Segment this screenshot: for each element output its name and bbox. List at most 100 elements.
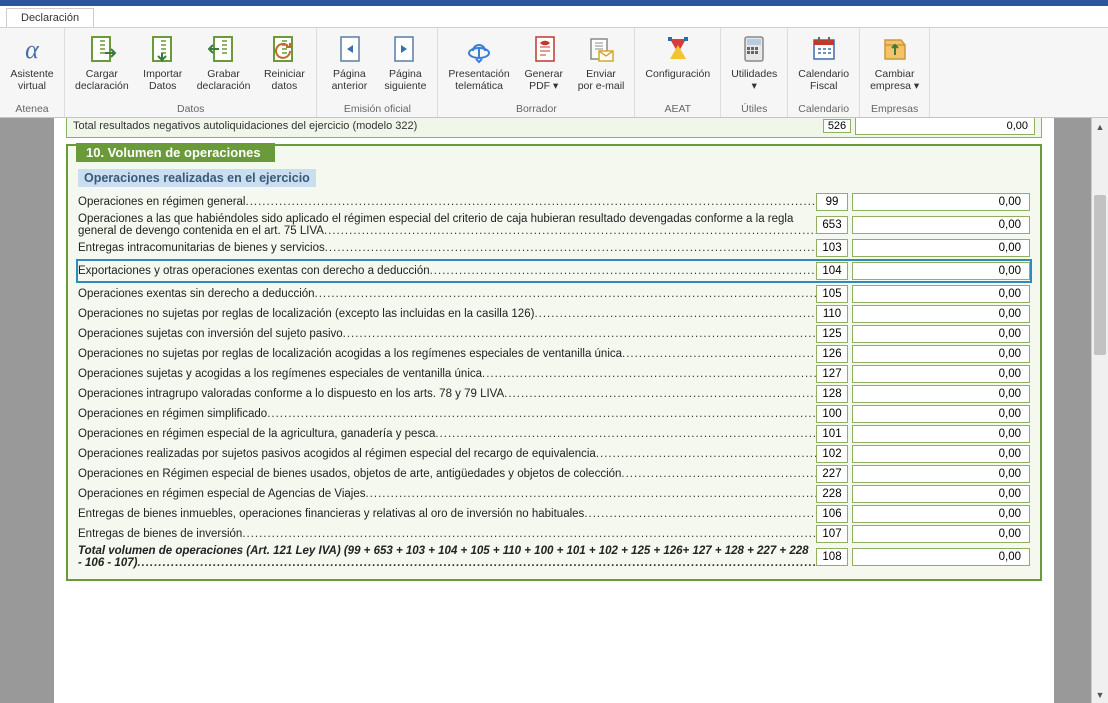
row-cell: 107 [816, 525, 848, 543]
row-cell: 104 [816, 262, 848, 280]
row-value-input[interactable]: 0,00 [852, 485, 1030, 503]
group-label: AEAT [639, 102, 716, 117]
row-value-input[interactable]: 0,00 [852, 505, 1030, 523]
section-subhead: Operaciones realizadas en el ejercicio [78, 169, 316, 187]
row-cell: 127 [816, 365, 848, 383]
config-icon [661, 32, 695, 66]
group-label: Datos [69, 102, 312, 117]
cargar-button[interactable]: Cargar declaración [69, 30, 135, 102]
reiniciar-label: Reiniciar datos [264, 68, 305, 92]
row-value-input[interactable]: 0,00 [852, 262, 1030, 280]
row-value-input[interactable]: 0,00 [852, 445, 1030, 463]
scroll-down-arrow[interactable]: ▼ [1092, 686, 1108, 703]
row-cell: 108 [816, 548, 848, 566]
row-desc: Operaciones en Régimen especial de biene… [78, 468, 816, 480]
cambiar-label: Cambiar empresa ▾ [870, 68, 919, 92]
email-button[interactable]: Enviar por e-mail [572, 30, 631, 102]
row-desc: Entregas de bienes de inversión [78, 528, 816, 540]
row-cell: 105 [816, 285, 848, 303]
cargar-label: Cargar declaración [75, 68, 129, 92]
row-desc: Operaciones en régimen especial de la ag… [78, 428, 816, 440]
importar-icon [146, 32, 180, 66]
tab-strip: Declaración [0, 6, 1108, 28]
form-row-125: Operaciones sujetas con inversión del su… [78, 325, 1030, 343]
row-value-input[interactable]: 0,00 [852, 239, 1030, 257]
row-value-input[interactable]: 0,00 [852, 325, 1030, 343]
vertical-scrollbar[interactable]: ▲ ▼ [1091, 118, 1108, 703]
importar-button[interactable]: Importar Datos [135, 30, 191, 102]
row-desc: Operaciones sujetas y acogidas a los reg… [78, 368, 816, 380]
group-label: Calendario [792, 102, 855, 117]
reiniciar-button[interactable]: Reiniciar datos [256, 30, 312, 102]
content-area: Total resultados negativos autoliquidaci… [0, 118, 1108, 703]
telematica-button[interactable]: Presentación telemática [442, 30, 515, 102]
row-cell: 228 [816, 485, 848, 503]
row-value-input[interactable]: 0,00 [852, 285, 1030, 303]
row-value-input[interactable]: 0,00 [852, 405, 1030, 423]
form-row-100: Operaciones en régimen simplificado1000,… [78, 405, 1030, 423]
row-desc: Operaciones sujetas con inversión del su… [78, 328, 816, 340]
form-row-105: Operaciones exentas sin derecho a deducc… [78, 285, 1030, 303]
row-value-input[interactable]: 0,00 [852, 425, 1030, 443]
siguiente-button[interactable]: Página siguiente [377, 30, 433, 102]
scroll-up-arrow[interactable]: ▲ [1092, 118, 1108, 135]
form-row-128: Operaciones intragrupo valoradas conform… [78, 385, 1030, 403]
row-value-input[interactable]: 0,00 [852, 525, 1030, 543]
prev-total-value[interactable]: 0,00 [855, 118, 1035, 135]
row-desc: Entregas intracomunitarias de bienes y s… [78, 242, 816, 254]
row-value-input[interactable]: 0,00 [852, 305, 1030, 323]
row-value-input[interactable]: 0,00 [852, 216, 1030, 234]
tab-declaracion[interactable]: Declaración [6, 8, 94, 27]
siguiente-icon [388, 32, 422, 66]
section-10: 10. Volumen de operaciones Operaciones r… [66, 144, 1042, 581]
form-page: Total resultados negativos autoliquidaci… [54, 118, 1054, 703]
calendario-label: Calendario Fiscal [798, 68, 849, 92]
row-value-input[interactable]: 0,00 [852, 465, 1030, 483]
row-cell: 227 [816, 465, 848, 483]
utilidades-button[interactable]: Utilidades ▾ [725, 30, 783, 102]
row-desc: Operaciones a las que habiéndoles sido a… [78, 213, 816, 237]
pdf-label: Generar PDF ▾ [524, 68, 563, 92]
utilidades-icon [737, 32, 771, 66]
row-desc: Operaciones intragrupo valoradas conform… [78, 388, 816, 400]
row-value-input[interactable]: 0,00 [852, 193, 1030, 211]
row-value-input[interactable]: 0,00 [852, 345, 1030, 363]
cambiar-button[interactable]: Cambiar empresa ▾ [864, 30, 925, 102]
config-button[interactable]: Configuración [639, 30, 716, 102]
form-row-108: Total volumen de operaciones (Art. 121 L… [78, 545, 1030, 569]
anterior-icon [332, 32, 366, 66]
form-row-104: Exportaciones y otras operaciones exenta… [76, 259, 1032, 283]
row-desc: Operaciones no sujetas por reglas de loc… [78, 308, 816, 320]
row-desc: Entregas de bienes inmuebles, operacione… [78, 508, 816, 520]
row-value-input[interactable]: 0,00 [852, 548, 1030, 566]
row-desc: Operaciones en régimen simplificado [78, 408, 816, 420]
scroll-thumb[interactable] [1094, 195, 1106, 355]
anterior-label: Página anterior [332, 68, 368, 92]
form-row-103: Entregas intracomunitarias de bienes y s… [78, 239, 1030, 257]
row-desc: Exportaciones y otras operaciones exenta… [78, 265, 816, 277]
row-value-input[interactable]: 0,00 [852, 385, 1030, 403]
ribbon-group-datos: Cargar declaraciónImportar DatosGrabar d… [65, 28, 317, 117]
reiniciar-icon [267, 32, 301, 66]
pdf-button[interactable]: Generar PDF ▾ [516, 30, 572, 102]
row-desc: Operaciones no sujetas por reglas de loc… [78, 348, 816, 360]
row-cell: 102 [816, 445, 848, 463]
row-desc: Operaciones realizadas por sujetos pasiv… [78, 448, 816, 460]
utilidades-label: Utilidades ▾ [731, 68, 777, 92]
calendario-icon [807, 32, 841, 66]
prev-total-text: Total resultados negativos autoliquidaci… [73, 120, 823, 132]
form-row-99: Operaciones en régimen general 990,00 [78, 193, 1030, 211]
config-label: Configuración [645, 68, 710, 80]
row-cell: 653 [816, 216, 848, 234]
scroll-track[interactable] [1092, 135, 1108, 686]
ribbon: αAsistente virtualAteneaCargar declaraci… [0, 28, 1108, 118]
ribbon-group-atenea: αAsistente virtualAtenea [0, 28, 65, 117]
row-cell: 125 [816, 325, 848, 343]
asistente-button[interactable]: αAsistente virtual [4, 30, 60, 102]
grabar-button[interactable]: Grabar declaración [191, 30, 257, 102]
row-value-input[interactable]: 0,00 [852, 365, 1030, 383]
calendario-button[interactable]: Calendario Fiscal [792, 30, 855, 102]
anterior-button[interactable]: Página anterior [321, 30, 377, 102]
section-title: 10. Volumen de operaciones [76, 143, 275, 162]
form-row-228: Operaciones en régimen especial de Agenc… [78, 485, 1030, 503]
